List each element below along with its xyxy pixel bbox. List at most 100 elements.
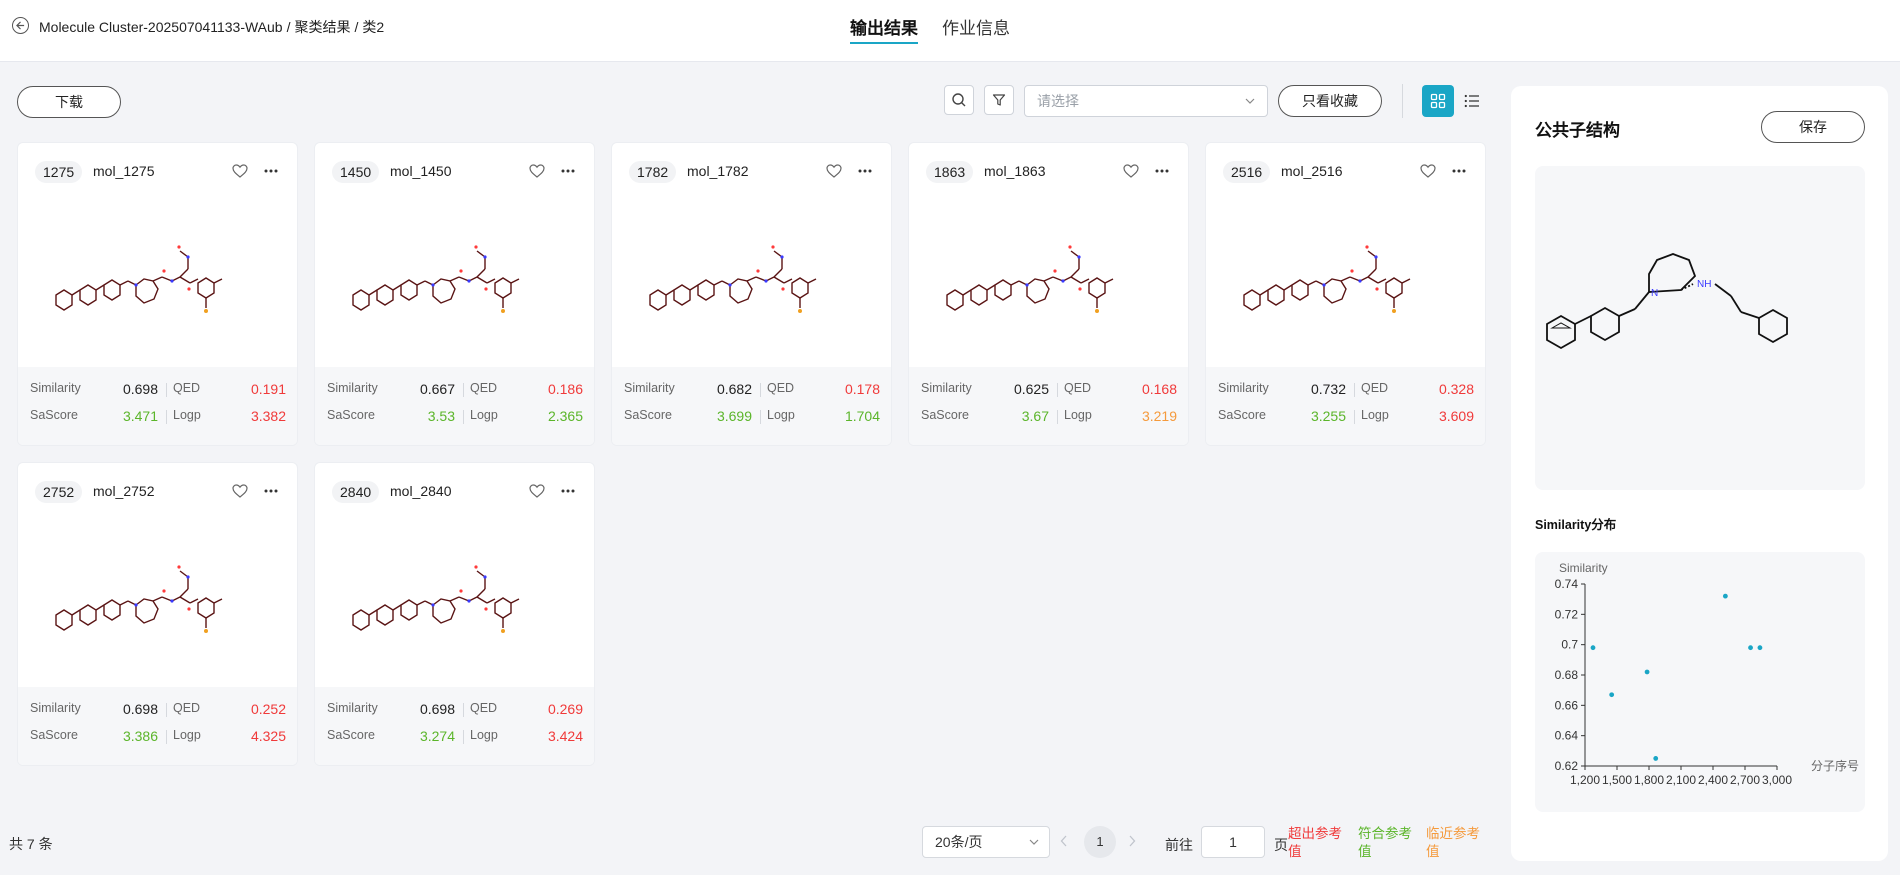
heart-icon[interactable] <box>232 484 248 498</box>
molecule-card[interactable]: 1450 mol_1450 Similarity 0.667 QED 0.186… <box>314 142 595 446</box>
stat-divider <box>463 703 464 717</box>
favorites-only-button[interactable]: 只看收藏 <box>1278 85 1382 117</box>
tab-bar: 输出结果 作业信息 <box>850 0 1034 62</box>
stat-row: Similarity 0.698 QED 0.191 <box>18 381 297 401</box>
heart-icon[interactable] <box>826 164 842 178</box>
page-size-value: 20条/页 <box>935 834 983 850</box>
download-button[interactable]: 下载 <box>17 86 121 118</box>
more-options-icon[interactable] <box>1451 163 1467 179</box>
y-tick-label: 0.62 <box>1555 759 1579 773</box>
heart-icon[interactable] <box>1420 164 1436 178</box>
molecule-card[interactable]: 2516 mol_2516 Similarity 0.732 QED 0.328… <box>1205 142 1486 446</box>
legend-within-reference: 符合参考值 <box>1358 826 1412 859</box>
stat-divider <box>463 383 464 397</box>
logp-value: 1.704 <box>844 408 880 424</box>
tab-job-info[interactable]: 作业信息 <box>942 0 1010 62</box>
list-view-toggle[interactable] <box>1456 85 1488 117</box>
sascore-label: SaScore <box>624 408 672 422</box>
sascore-value: 3.471 <box>122 408 158 424</box>
molecule-id-badge: 1450 <box>332 161 380 183</box>
scatter-point <box>1757 645 1763 651</box>
next-page-button[interactable] <box>1128 834 1136 850</box>
struct-nh-label: NH <box>1697 279 1711 290</box>
back-icon[interactable] <box>12 17 29 34</box>
scatter-point <box>1653 756 1659 761</box>
qed-label: QED <box>470 701 498 715</box>
filter-select[interactable]: 请选择 <box>1024 85 1268 117</box>
stat-row: SaScore 3.471 Logp 3.382 <box>18 408 297 428</box>
molecule-name: mol_1450 <box>390 163 452 179</box>
qed-value: 0.269 <box>547 701 583 717</box>
sascore-value: 3.67 <box>1021 408 1049 424</box>
more-options-icon[interactable] <box>1154 163 1170 179</box>
sascore-value: 3.255 <box>1310 408 1346 424</box>
scatter-point <box>1722 593 1728 599</box>
qed-label: QED <box>173 381 201 395</box>
prev-page-button[interactable] <box>1060 834 1068 850</box>
qed-value: 0.252 <box>250 701 286 717</box>
molecule-name: mol_1275 <box>93 163 155 179</box>
sascore-value: 3.386 <box>122 728 158 744</box>
scatter-point <box>1609 692 1615 698</box>
molecule-card[interactable]: 1275 mol_1275 Similarity 0.698 QED 0.191… <box>17 142 298 446</box>
page-unit-label: 页 <box>1274 837 1288 853</box>
logp-value: 4.325 <box>250 728 286 744</box>
x-tick-label: 1,500 <box>1602 773 1632 787</box>
similarity-value: 0.682 <box>716 381 752 397</box>
sascore-label: SaScore <box>327 408 375 422</box>
more-options-icon[interactable] <box>263 483 279 499</box>
molecule-name: mol_2840 <box>390 483 452 499</box>
x-tick-label: 3,000 <box>1762 773 1792 787</box>
molecule-card[interactable]: 2752 mol_2752 Similarity 0.698 QED 0.252… <box>17 462 298 766</box>
similarity-label: Similarity <box>1218 381 1269 395</box>
similarity-label: Similarity <box>624 381 675 395</box>
molecule-structure-image <box>352 565 520 633</box>
heart-icon[interactable] <box>1123 164 1139 178</box>
more-options-icon[interactable] <box>560 163 576 179</box>
qed-value: 0.168 <box>1141 381 1177 397</box>
y-tick-label: 0.68 <box>1555 668 1579 682</box>
stat-divider <box>1354 383 1355 397</box>
stat-row: Similarity 0.625 QED 0.168 <box>909 381 1188 401</box>
logp-value: 3.424 <box>547 728 583 744</box>
similarity-value: 0.698 <box>122 701 158 717</box>
sascore-label: SaScore <box>1218 408 1266 422</box>
save-button[interactable]: 保存 <box>1761 111 1865 143</box>
heart-icon[interactable] <box>232 164 248 178</box>
qed-label: QED <box>1361 381 1389 395</box>
y-tick-label: 0.66 <box>1555 698 1579 712</box>
more-options-icon[interactable] <box>263 163 279 179</box>
goto-page-input[interactable] <box>1201 826 1265 858</box>
molecule-card[interactable]: 1782 mol_1782 Similarity 0.682 QED 0.178… <box>611 142 892 446</box>
scatter-point <box>1748 645 1753 651</box>
sascore-label: SaScore <box>921 408 969 422</box>
heart-icon[interactable] <box>529 164 545 178</box>
page-number-current[interactable]: 1 <box>1084 826 1116 858</box>
breadcrumb-job-link[interactable]: Molecule Cluster-202507041133-WAub <box>39 19 283 35</box>
more-options-icon[interactable] <box>560 483 576 499</box>
breadcrumb-separator: / <box>354 19 359 35</box>
stat-row: Similarity 0.667 QED 0.186 <box>315 381 594 401</box>
more-options-icon[interactable] <box>857 163 873 179</box>
similarity-scatter-chart: Similarity 分子序号 0.62 0.64 0.66 0.68 0.7 0.72 0.7… <box>1535 552 1865 812</box>
substructure-drawing: N NH <box>1546 253 1788 350</box>
molecule-name: mol_1863 <box>984 163 1046 179</box>
stat-divider <box>166 383 167 397</box>
y-tick-label: 0.64 <box>1555 729 1579 743</box>
logp-label: Logp <box>173 408 201 422</box>
molecule-id-badge: 1275 <box>35 161 83 183</box>
filter-button[interactable] <box>984 85 1014 115</box>
molecule-card[interactable]: 2840 mol_2840 Similarity 0.698 QED 0.269… <box>314 462 595 766</box>
grid-view-toggle[interactable] <box>1422 85 1454 117</box>
search-button[interactable] <box>944 85 974 115</box>
page-size-select[interactable]: 20条/页 <box>922 826 1050 858</box>
similarity-value: 0.625 <box>1013 381 1049 397</box>
breadcrumb-cluster-results-link[interactable]: 聚类结果 <box>294 19 350 35</box>
heart-icon[interactable] <box>529 484 545 498</box>
molecule-name: mol_1782 <box>687 163 749 179</box>
tab-output-results[interactable]: 输出结果 <box>850 0 918 62</box>
similarity-value: 0.698 <box>419 701 455 717</box>
qed-value: 0.178 <box>844 381 880 397</box>
molecule-card[interactable]: 1863 mol_1863 Similarity 0.625 QED 0.168… <box>908 142 1189 446</box>
x-axis-title: 分子序号 <box>1811 758 1859 773</box>
